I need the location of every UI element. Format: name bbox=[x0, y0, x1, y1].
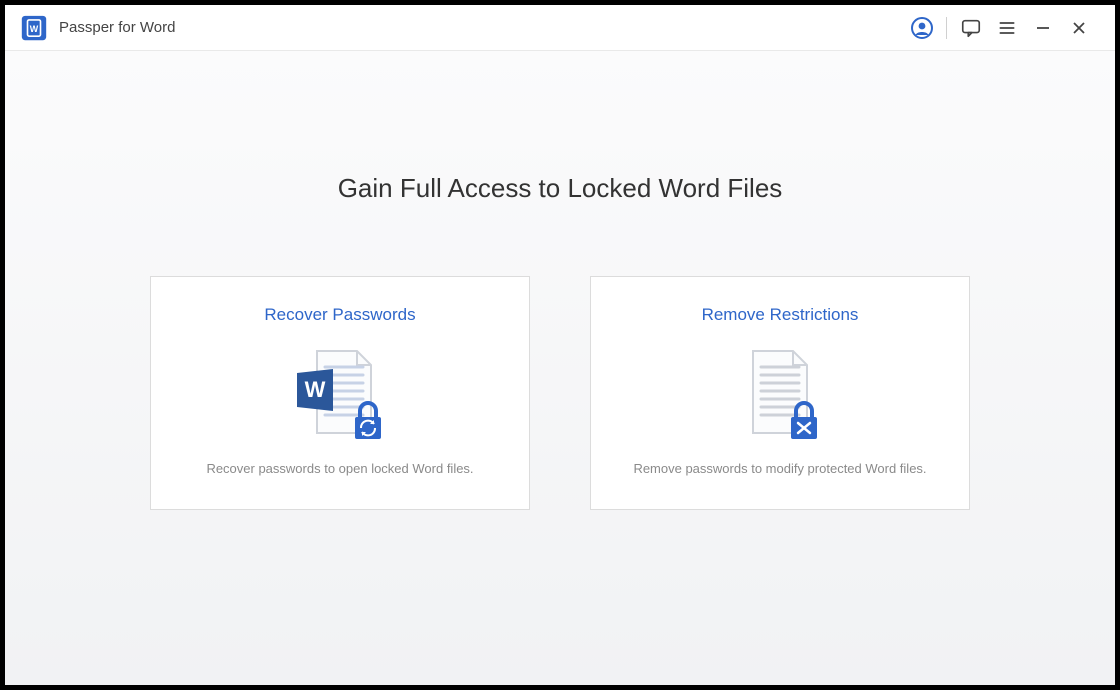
account-button[interactable] bbox=[904, 10, 940, 46]
card-recover-passwords[interactable]: Recover Passwords bbox=[150, 276, 530, 510]
titlebar: W Passper for Word bbox=[5, 5, 1115, 51]
window: W Passper for Word bbox=[5, 5, 1115, 685]
card-title: Recover Passwords bbox=[264, 305, 415, 325]
card-title: Remove Restrictions bbox=[702, 305, 859, 325]
svg-text:W: W bbox=[305, 377, 326, 402]
cards-row: Recover Passwords bbox=[150, 276, 970, 510]
minimize-icon bbox=[1035, 20, 1051, 36]
chat-icon bbox=[960, 17, 982, 39]
doc-lock-remove-icon bbox=[725, 345, 835, 445]
svg-text:W: W bbox=[30, 24, 39, 34]
titlebar-left: W Passper for Word bbox=[5, 15, 175, 41]
minimize-button[interactable] bbox=[1025, 10, 1061, 46]
word-lock-refresh-icon: W bbox=[285, 345, 395, 445]
card-remove-restrictions[interactable]: Remove Restrictions bbox=[590, 276, 970, 510]
titlebar-right bbox=[904, 10, 1115, 46]
feedback-button[interactable] bbox=[953, 10, 989, 46]
app-logo-icon: W bbox=[21, 15, 47, 41]
card-desc: Remove passwords to modify protected Wor… bbox=[633, 461, 926, 476]
menu-button[interactable] bbox=[989, 10, 1025, 46]
menu-icon bbox=[997, 18, 1017, 38]
card-desc: Recover passwords to open locked Word fi… bbox=[206, 461, 473, 476]
page-headline: Gain Full Access to Locked Word Files bbox=[338, 173, 783, 204]
toolbar-separator bbox=[946, 17, 947, 39]
close-icon bbox=[1071, 20, 1087, 36]
app-title: Passper for Word bbox=[59, 19, 175, 36]
main-content: Gain Full Access to Locked Word Files Re… bbox=[5, 51, 1115, 685]
close-button[interactable] bbox=[1061, 10, 1097, 46]
account-icon bbox=[910, 16, 934, 40]
